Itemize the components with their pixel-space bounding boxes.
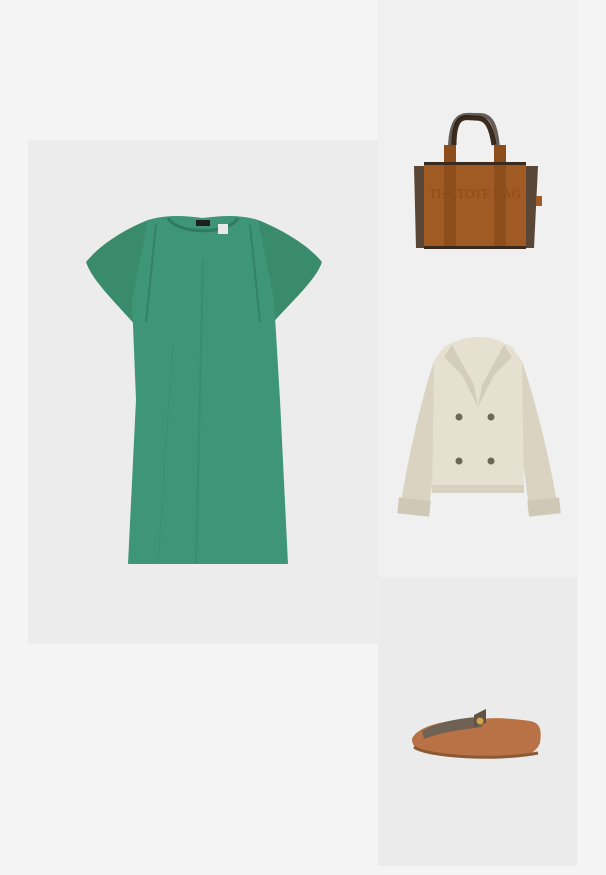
tote-bag-product-card[interactable]: THE TOTE BAG brown suede tote bag xyxy=(378,0,577,287)
tan-loafer-image xyxy=(412,709,541,759)
beige-jacket-image xyxy=(397,337,561,517)
loafer-product-card[interactable]: tan leather loafer xyxy=(378,577,577,866)
bag-logo-text: THE TOTE BAG xyxy=(429,186,521,201)
dress-product-card[interactable]: green short-sleeve shift dress xyxy=(28,140,378,644)
brown-tote-bag-image: THE TOTE BAG xyxy=(414,112,542,249)
jacket-product-card[interactable]: beige cropped trench jacket xyxy=(378,287,577,577)
green-dress-image xyxy=(86,216,322,565)
